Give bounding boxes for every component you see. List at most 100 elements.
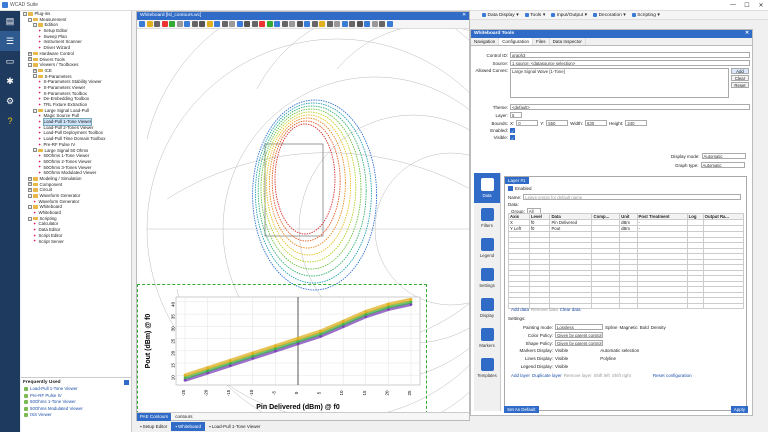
collapse-icon[interactable]: - — [33, 108, 37, 113]
layer-input[interactable]: 5 — [510, 112, 522, 118]
collapse-icon[interactable]: - — [23, 11, 27, 16]
shift-right-link[interactable]: Shift right — [612, 373, 631, 378]
duplicate-layer-link[interactable]: Duplicate layer — [532, 373, 562, 378]
toolbar-tool-icon[interactable] — [146, 21, 153, 27]
bounds-y-input[interactable]: 550 — [546, 120, 569, 126]
close-tools-icon[interactable]: ✕ — [745, 30, 752, 38]
toolbar-tool-icon[interactable] — [176, 21, 183, 27]
toolbar-tool-icon[interactable] — [199, 21, 205, 27]
automatic-selection-checkbox[interactable]: Automatic selection — [600, 348, 639, 353]
tab-navigation[interactable]: Navigation — [471, 38, 500, 45]
toolbar-tool-icon[interactable] — [221, 21, 228, 27]
toolbar-tool-icon[interactable] — [311, 21, 318, 27]
painting-mode-select[interactable]: Lossless — [555, 324, 603, 330]
legend-visible-checkbox[interactable]: Visible — [555, 364, 568, 369]
toolbar-tool-icon[interactable] — [244, 21, 250, 27]
toolbar-tool-icon[interactable] — [356, 21, 363, 27]
side-tab-markers[interactable]: Markers — [474, 323, 500, 353]
toolbar-tool-icon[interactable] — [349, 21, 355, 27]
bottom-tab-whiteboard[interactable]: ▪ Whiteboard — [171, 422, 205, 431]
toolbar-tool-icon[interactable] — [274, 21, 280, 27]
bold-checkbox[interactable]: Bold — [640, 325, 649, 330]
menu-input-output[interactable]: Input/Output ▾ — [551, 13, 587, 18]
expand-icon[interactable]: + — [28, 51, 32, 56]
visible-checkbox[interactable]: ✓ — [510, 135, 515, 141]
close-whiteboard-button[interactable]: ✕ — [462, 12, 469, 20]
layer-enabled-checkbox[interactable] — [508, 186, 513, 191]
toolbar-tool-icon[interactable] — [236, 21, 243, 27]
lines-visible-checkbox[interactable]: Visible — [555, 356, 568, 361]
help-icon[interactable]: ? — [0, 111, 20, 131]
collapse-icon[interactable]: - — [33, 148, 37, 153]
side-tab-legend[interactable]: Legend — [474, 233, 500, 263]
theme-select[interactable]: <default> — [510, 104, 750, 110]
add-layer-link[interactable]: Add layer — [511, 373, 530, 378]
set-as-default-button[interactable]: Set As Default — [504, 406, 539, 413]
layer-name-input[interactable]: Leave empty for default name — [523, 194, 742, 200]
density-checkbox[interactable]: Density — [651, 325, 666, 330]
toolbar-tool-icon[interactable] — [281, 21, 288, 27]
toolbar-tool-icon[interactable] — [371, 21, 378, 27]
close-button[interactable]: ✕ — [754, 2, 768, 9]
toolbar-tool-icon[interactable] — [379, 21, 385, 27]
menu-decoration[interactable]: Decoration ▾ — [593, 13, 626, 18]
graph-type-select[interactable]: Automatic — [700, 162, 745, 168]
enabled-checkbox[interactable]: ✓ — [510, 128, 515, 134]
clear-data-link[interactable]: Clear data — [560, 307, 581, 312]
tab-files[interactable]: Files — [533, 38, 550, 45]
side-tab-settings[interactable]: Settings — [474, 263, 500, 293]
menu-tools[interactable]: Tools ▾ — [524, 13, 545, 18]
menu-data-display[interactable]: Data Display ▾ — [482, 13, 519, 18]
bug-icon[interactable]: ✱ — [0, 71, 20, 91]
collapse-icon[interactable]: - — [28, 193, 32, 198]
frequent-item[interactable]: ISS Viewer — [21, 412, 131, 419]
contours-tab[interactable]: contours — [171, 414, 196, 419]
magnetic-checkbox[interactable]: Magnetic — [620, 325, 638, 330]
maximize-button[interactable]: ☐ — [740, 2, 754, 9]
shift-left-link[interactable]: Shift left — [594, 373, 610, 378]
expand-icon[interactable]: + — [28, 57, 32, 62]
toolbar-tool-icon[interactable] — [206, 21, 213, 27]
remove-layer-link[interactable]: Remove layer — [564, 373, 592, 378]
toolbar-tool-icon[interactable] — [334, 21, 340, 27]
layer-tab[interactable]: Layer #1 — [505, 177, 529, 184]
expand-icon[interactable]: + — [28, 182, 32, 187]
toolbar-tool-icon[interactable] — [251, 21, 258, 27]
apply-button[interactable]: Apply — [730, 406, 748, 413]
source-select[interactable]: 1 source: <datasource selection> — [510, 60, 750, 66]
add-data-link[interactable]: Add data — [511, 307, 529, 312]
toolbar-tool-icon[interactable] — [266, 21, 273, 27]
pin-icon[interactable] — [124, 379, 129, 385]
side-tab-data[interactable]: Data — [474, 173, 500, 203]
slides-icon[interactable]: ▭ — [0, 51, 20, 71]
toolbar-tool-icon[interactable] — [364, 21, 370, 27]
display-mode-select[interactable]: Automatic — [701, 153, 746, 159]
toolbar-tool-icon[interactable] — [229, 21, 235, 27]
bottom-tab-load-pull-1-tone-viewer[interactable]: ▪ Load-Pull 1-Tone Viewer — [205, 422, 265, 431]
side-tab-filters[interactable]: Filters — [474, 203, 500, 233]
pout-vs-pin-chart[interactable]: -25 -20 -15 -10 -5 0 5 10 15 20 25 40 35 30 25 20 15 10 Pi… — [137, 284, 427, 414]
menu-icon[interactable]: ☰ — [0, 31, 20, 51]
expand-icon[interactable]: + — [28, 188, 32, 193]
toolbar-tool-icon[interactable] — [154, 21, 160, 27]
minimize-button[interactable]: — — [726, 2, 740, 8]
shape-policy-select[interactable]: Given by parent control — [555, 340, 603, 346]
toolbar-tool-icon[interactable] — [319, 21, 325, 27]
toolbar-tool-icon[interactable] — [341, 21, 348, 27]
toolbar-tool-icon[interactable] — [161, 21, 168, 27]
remove-data-link[interactable]: Remove data — [531, 307, 558, 312]
toolbar-tool-icon[interactable] — [184, 21, 190, 27]
polyline-checkbox[interactable]: Polyline — [600, 356, 616, 361]
toolbar-tool-icon[interactable] — [304, 21, 310, 27]
color-policy-select[interactable]: Given by parent control — [555, 332, 603, 338]
reset-curves-button[interactable]: Reset — [731, 82, 749, 88]
collapse-icon[interactable]: - — [28, 205, 32, 210]
collapse-icon[interactable]: - — [33, 23, 37, 28]
document-icon[interactable]: ▤ — [0, 11, 20, 31]
tab-configuration[interactable]: Configuration — [499, 38, 534, 45]
toolbar-tool-icon[interactable] — [326, 21, 333, 27]
toolbar-tool-icon[interactable] — [289, 21, 295, 27]
toolbar-tool-icon[interactable] — [139, 21, 145, 27]
control-id-input[interactable]: graph3 — [510, 52, 750, 58]
toolbar-tool-icon[interactable] — [386, 21, 393, 27]
